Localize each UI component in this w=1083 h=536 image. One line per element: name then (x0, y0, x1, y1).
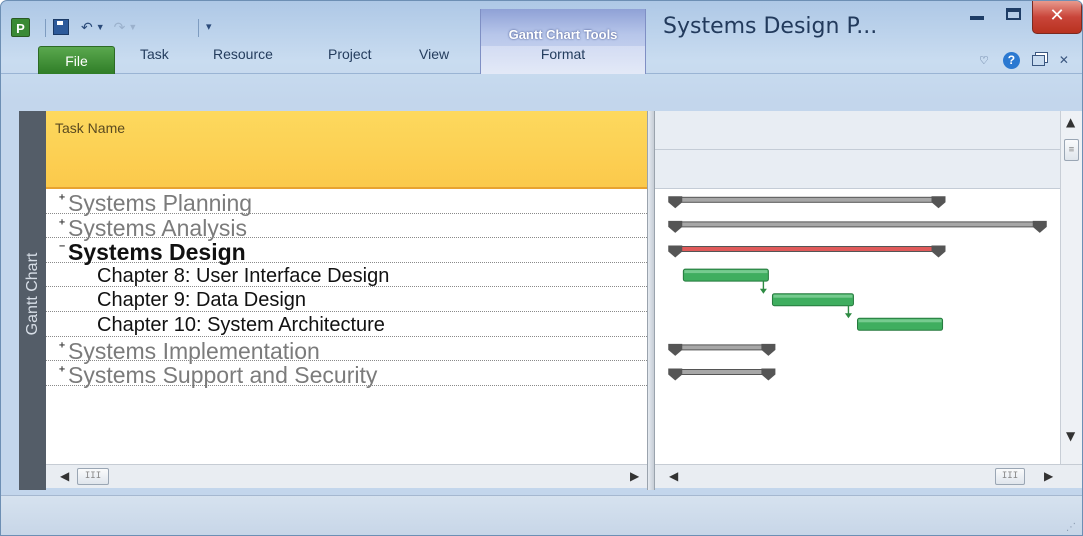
summary-bar[interactable] (668, 343, 776, 356)
resize-grip-icon[interactable]: ⋰ (1066, 522, 1076, 533)
ribbon-tab-bar: File Task Resource Project View Format ♡… (1, 46, 1082, 104)
maximize-button[interactable] (994, 1, 1032, 33)
context-tab-title: Gantt Chart Tools (508, 27, 618, 42)
scroll-up-icon[interactable]: ▲ (1066, 115, 1075, 129)
scroll-right-icon[interactable]: ▶ (1044, 469, 1053, 483)
tab-task[interactable]: Task (140, 46, 169, 74)
pane-splitter[interactable] (647, 111, 655, 490)
task-name: Chapter 8: User Interface Design (97, 264, 390, 287)
scroll-right-icon[interactable]: ▶ (630, 469, 639, 483)
restore-window-icon[interactable] (1031, 54, 1045, 66)
summary-bar[interactable] (668, 245, 946, 258)
task-bar[interactable] (771, 293, 854, 307)
project-window: P ↶ ▼ ↷ ▼ ▾ Gantt Chart Tools Systems De… (0, 0, 1083, 536)
minimize-ribbon-icon[interactable]: ♡ (979, 54, 989, 67)
close-button[interactable]: ✕ (1032, 1, 1082, 34)
task-sheet: Task Name + Systems Planning + Systems Anal… (46, 111, 647, 464)
task-row[interactable]: + Systems Analysis (46, 214, 647, 241)
status-bar: ⋰ (1, 495, 1082, 535)
tab-view[interactable]: View (419, 46, 449, 74)
task-name: Chapter 9: Data Design (97, 289, 307, 312)
task-row[interactable]: + Systems Support and Security (46, 361, 647, 389)
gantt-bars (668, 196, 1047, 381)
task-row[interactable]: Chapter 9: Data Design (46, 287, 647, 312)
project-app-icon[interactable]: P (11, 18, 30, 37)
task-bar[interactable] (682, 268, 769, 282)
task-name: Chapter 10: System Architecture (97, 314, 385, 336)
task-row[interactable]: Chapter 8: User Interface Design (46, 263, 647, 288)
task-row[interactable]: + Systems Planning (46, 189, 647, 216)
ribbon-controls: ♡ ? ✕ (979, 48, 1069, 72)
save-icon[interactable] (53, 19, 69, 35)
gantt-chart-pane (655, 111, 1060, 464)
undo-dropdown-icon[interactable]: ▼ (96, 22, 105, 32)
dependency-arrow (759, 288, 767, 294)
collapse-icon[interactable]: − (58, 242, 66, 252)
view-label: Gantt Chart (24, 252, 41, 336)
maximize-icon (1006, 8, 1021, 20)
task-name: Systems Support and Security (68, 362, 378, 389)
vertical-scroll-thumb[interactable]: ≡ (1064, 139, 1079, 161)
expand-icon[interactable]: + (58, 340, 66, 350)
customize-qat-icon[interactable]: ▾ (206, 20, 212, 33)
window-title: Systems Design P... (663, 14, 878, 39)
summary-bar[interactable] (668, 368, 776, 381)
vertical-scrollbar[interactable]: ▲ ≡ ▼ (1060, 111, 1082, 464)
task-sheet-horizontal-scrollbar[interactable]: ◀ III ▶ (46, 464, 647, 488)
expand-icon[interactable]: + (58, 365, 66, 375)
task-row[interactable]: − Systems Design (46, 238, 647, 265)
gantt-horizontal-scrollbar[interactable]: ◀ III ▶ (655, 464, 1082, 488)
redo-icon[interactable]: ↷ (114, 19, 126, 36)
close-icon: ✕ (1049, 5, 1065, 26)
minimize-icon (970, 16, 984, 20)
summary-bar[interactable] (668, 220, 1047, 233)
qat-separator (198, 19, 199, 37)
task-row[interactable]: Chapter 10: System Architecture (46, 312, 647, 337)
scroll-left-icon[interactable]: ◀ (669, 469, 678, 483)
view-bar[interactable]: Gantt Chart (19, 111, 46, 490)
timescale-divider (655, 149, 1060, 150)
task-row[interactable]: + Systems Implementation (46, 337, 647, 364)
expand-icon[interactable]: + (58, 217, 66, 227)
tab-resource[interactable]: Resource (213, 46, 273, 74)
close-document-icon[interactable]: ✕ (1059, 53, 1069, 67)
dependency-arrow (844, 313, 852, 319)
tab-project[interactable]: Project (328, 46, 372, 74)
quick-access-toolbar: ↶ ▼ ↷ ▼ (53, 15, 145, 39)
horizontal-scroll-thumb[interactable]: III (77, 468, 109, 485)
horizontal-scroll-thumb[interactable]: III (995, 468, 1025, 485)
scroll-down-icon[interactable]: ▼ (1066, 429, 1075, 443)
redo-dropdown-icon[interactable]: ▼ (128, 22, 137, 32)
column-header-task-name[interactable]: Task Name (46, 111, 647, 189)
undo-icon[interactable]: ↶ (81, 19, 93, 36)
qat-separator (45, 19, 46, 37)
task-bar[interactable] (857, 317, 944, 331)
expand-icon[interactable]: + (58, 193, 66, 203)
title-bar[interactable]: P ↶ ▼ ↷ ▼ ▾ Gantt Chart Tools Systems De… (1, 1, 1082, 73)
tab-format[interactable]: Format (480, 46, 646, 74)
timescale-header (655, 111, 1060, 189)
column-header-label: Task Name (55, 120, 126, 136)
summary-bar[interactable] (668, 196, 946, 209)
minimize-button[interactable] (958, 1, 994, 33)
scroll-left-icon[interactable]: ◀ (60, 469, 69, 483)
help-icon[interactable]: ? (1002, 51, 1020, 69)
tab-file[interactable]: File (38, 46, 115, 74)
